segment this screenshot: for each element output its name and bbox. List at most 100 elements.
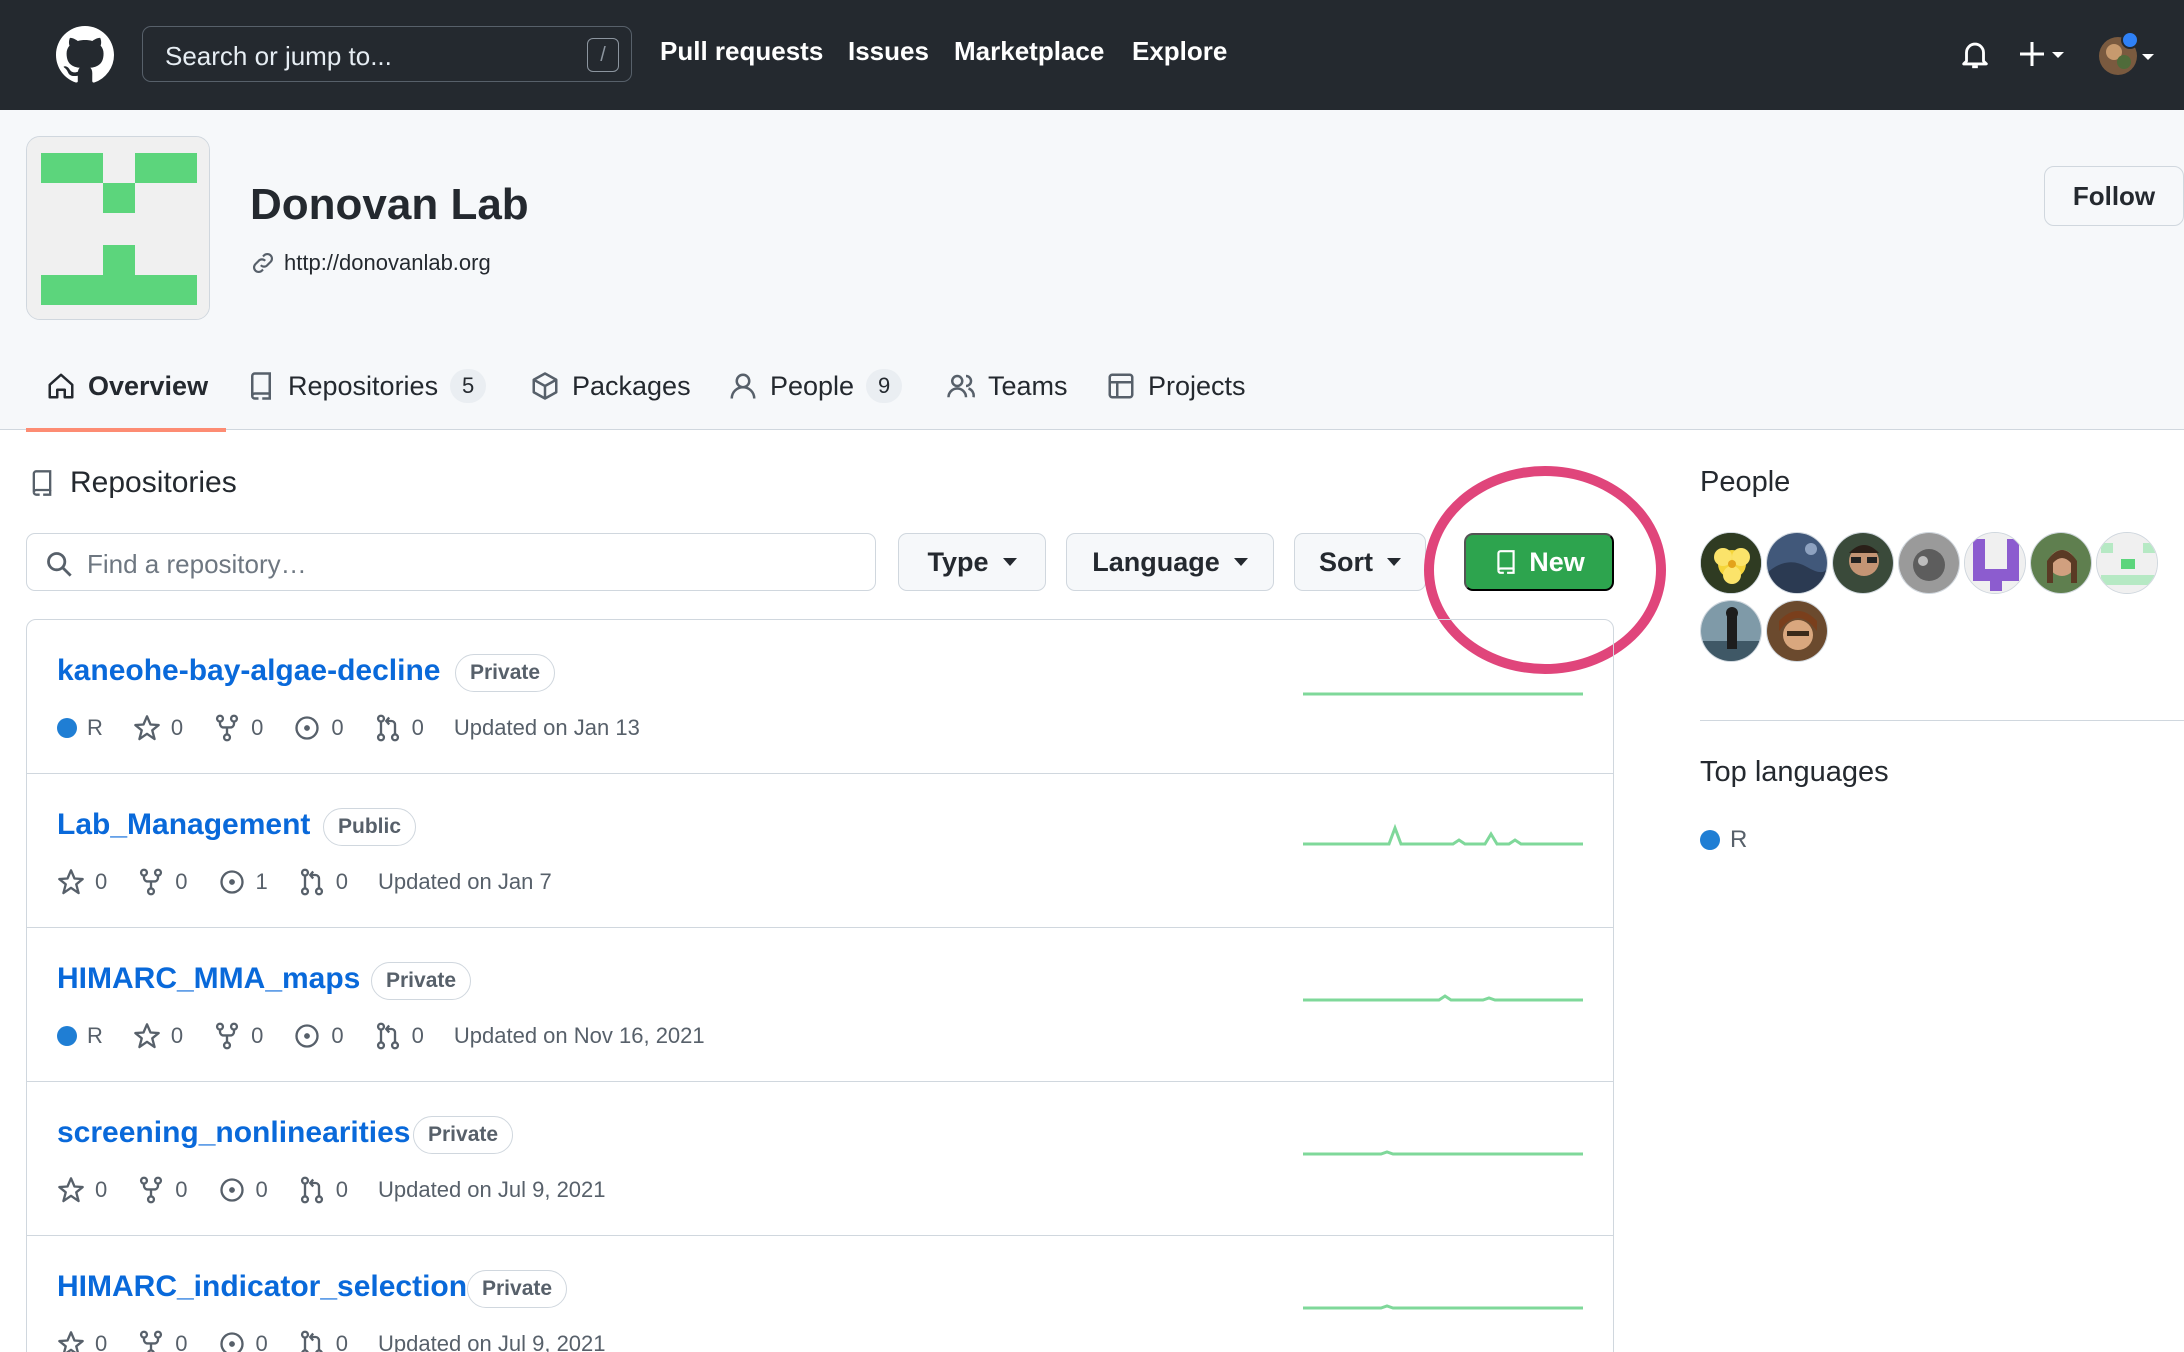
pull-requests-count[interactable]: 0	[298, 868, 348, 896]
repository-name-link[interactable]: kaneohe-bay-algae-decline	[57, 654, 440, 688]
tab-people-label: People	[770, 370, 855, 401]
issues-value: 0	[331, 715, 344, 740]
member-avatar[interactable]	[1898, 532, 1960, 594]
link-icon	[253, 253, 273, 273]
people-icon	[947, 374, 975, 398]
repository-name-link[interactable]: HIMARC_MMA_maps	[57, 962, 360, 996]
user-avatar-menu[interactable]	[2094, 30, 2158, 80]
notifications-bell-icon[interactable]	[1958, 36, 1992, 72]
forks-count[interactable]: 0	[137, 868, 188, 896]
stars-count[interactable]: 0	[133, 714, 183, 742]
tab-projects[interactable]: Projects	[1106, 356, 1246, 416]
nav-explore[interactable]: Explore	[1132, 36, 1227, 67]
language-name: R	[87, 715, 103, 740]
top-language-item[interactable]: R	[1700, 826, 1747, 854]
tab-people[interactable]: People 9	[728, 356, 903, 416]
member-avatar[interactable]	[1832, 532, 1894, 594]
member-avatar[interactable]	[2096, 532, 2158, 594]
pulls-value: 0	[335, 1177, 348, 1202]
tab-repositories[interactable]: Repositories 5	[246, 356, 487, 416]
sidebar-divider	[1700, 720, 2184, 721]
pull-requests-count[interactable]: 0	[374, 714, 424, 742]
issues-count[interactable]: 0	[293, 714, 344, 742]
tab-projects-label: Projects	[1148, 370, 1246, 401]
language-indicator: R	[57, 1023, 103, 1049]
new-repository-button[interactable]: New	[1464, 533, 1614, 591]
pull-requests-count[interactable]: 0	[374, 1022, 424, 1050]
member-avatar[interactable]	[1766, 600, 1828, 662]
global-search-input[interactable]: Search or jump to... /	[142, 26, 632, 82]
updated-date: Updated on Jul 9, 2021	[378, 1331, 606, 1352]
fork-icon	[140, 868, 163, 896]
nav-pull-requests[interactable]: Pull requests	[660, 36, 823, 67]
nav-marketplace[interactable]: Marketplace	[954, 36, 1104, 67]
language-color-dot	[1700, 830, 1720, 850]
language-filter-dropdown[interactable]: Language	[1066, 533, 1274, 591]
nav-issues[interactable]: Issues	[848, 36, 929, 67]
tab-teams[interactable]: Teams	[946, 356, 1068, 416]
repository-name-link[interactable]: HIMARC_indicator_selection	[57, 1270, 467, 1304]
create-new-plus-icon[interactable]	[2016, 36, 2068, 72]
sort-label: Sort	[1319, 546, 1373, 577]
issues-value: 0	[255, 1331, 268, 1352]
forks-count[interactable]: 0	[213, 1022, 263, 1050]
repository-row: kaneohe-bay-algae-decline Private R 0 0 …	[27, 620, 1613, 774]
tab-repositories-label: Repositories	[288, 370, 439, 401]
updated-date: Updated on Jan 13	[453, 715, 640, 740]
stars-count[interactable]: 0	[57, 868, 107, 896]
visibility-badge: Public	[323, 808, 417, 846]
visibility-badge: Private	[467, 1270, 568, 1308]
find-repository-input[interactable]: Find a repository…	[26, 533, 876, 591]
sort-dropdown[interactable]: Sort	[1294, 533, 1426, 591]
tab-overview-label: Overview	[88, 370, 209, 401]
issues-count[interactable]: 1	[218, 868, 268, 896]
github-logo-icon[interactable]	[56, 26, 114, 84]
type-filter-dropdown[interactable]: Type	[898, 533, 1046, 591]
pulls-value: 0	[335, 869, 348, 894]
stars-value: 0	[95, 1331, 108, 1352]
member-avatar[interactable]	[2030, 532, 2092, 594]
member-avatar[interactable]	[1700, 532, 1762, 594]
tab-overview[interactable]: Overview	[46, 356, 208, 416]
issue-icon	[219, 1332, 244, 1352]
forks-count[interactable]: 0	[137, 1176, 188, 1204]
follow-button[interactable]: Follow	[2044, 166, 2184, 226]
stars-count[interactable]: 0	[57, 1176, 107, 1204]
pull-requests-count[interactable]: 0	[298, 1176, 348, 1204]
global-header: Search or jump to... / Pull requests Iss…	[0, 0, 2184, 110]
repository-row: HIMARC_indicator_selection Private 0 0 0…	[27, 1236, 1613, 1352]
updated-date: Updated on Jul 9, 2021	[378, 1177, 606, 1202]
issue-icon	[219, 1178, 244, 1202]
org-website-link[interactable]: http://donovanlab.org	[250, 250, 491, 276]
visibility-badge: Private	[371, 962, 472, 1000]
stars-value: 0	[95, 869, 108, 894]
member-avatar[interactable]	[1700, 600, 1762, 662]
star-icon	[134, 1023, 160, 1049]
issue-icon	[219, 870, 244, 894]
language-color-dot	[57, 718, 77, 738]
repository-meta: 0 0 0 0 Updated on Jul 9, 2021	[57, 1176, 606, 1204]
tab-packages[interactable]: Packages	[530, 356, 691, 416]
forks-count[interactable]: 0	[137, 1330, 188, 1352]
stars-count[interactable]: 0	[57, 1330, 107, 1352]
updated-date: Updated on Nov 16, 2021	[453, 1023, 705, 1048]
pull-requests-count[interactable]: 0	[298, 1330, 348, 1352]
issues-count[interactable]: 0	[293, 1022, 344, 1050]
issues-count[interactable]: 0	[218, 1176, 268, 1204]
activity-sparkline	[1303, 994, 1583, 1002]
stars-value: 0	[170, 715, 184, 740]
repositories-heading-label: Repositories	[70, 466, 237, 499]
repository-name-link[interactable]: screening_nonlinearities	[57, 1116, 410, 1150]
issues-value: 0	[331, 1023, 344, 1048]
pull-request-icon	[300, 1176, 323, 1204]
stars-count[interactable]: 0	[133, 1022, 183, 1050]
pull-request-icon	[376, 714, 399, 742]
person-icon	[730, 373, 756, 399]
member-avatar[interactable]	[1766, 532, 1828, 594]
issue-icon	[295, 716, 320, 740]
member-avatar[interactable]	[1964, 532, 2026, 594]
tab-teams-label: Teams	[988, 370, 1068, 401]
repository-name-link[interactable]: Lab_Management	[57, 808, 310, 842]
forks-count[interactable]: 0	[213, 714, 263, 742]
issues-count[interactable]: 0	[218, 1330, 268, 1352]
